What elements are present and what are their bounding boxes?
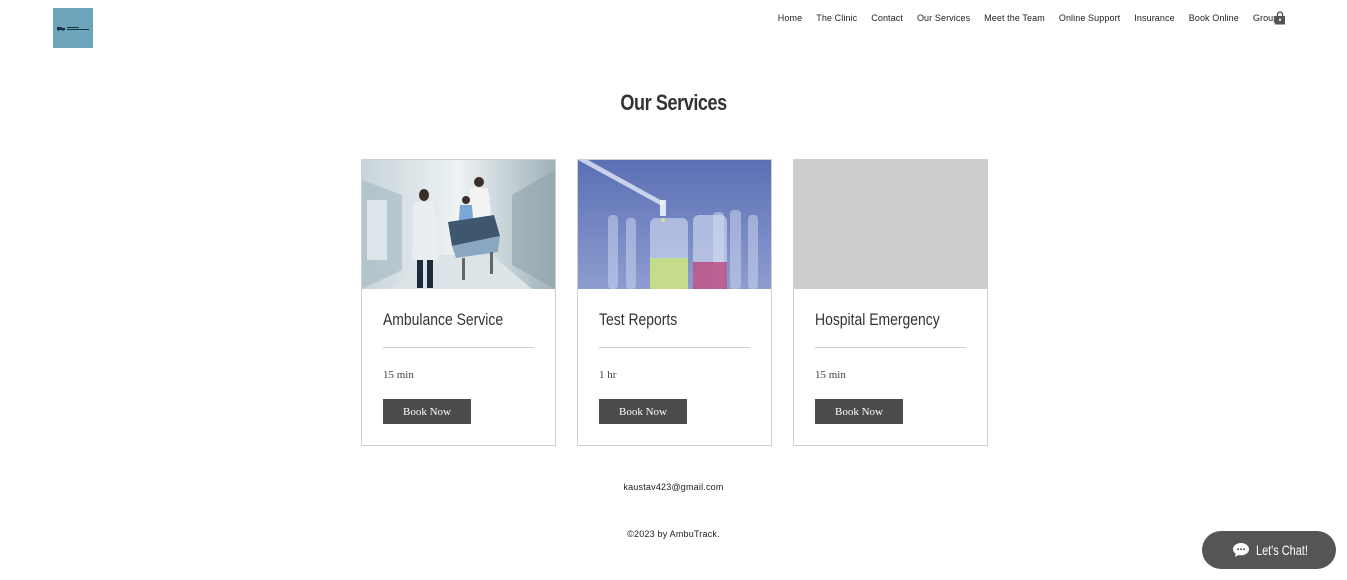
nav-our-services[interactable]: Our Services <box>917 13 970 23</box>
service-card-test-reports[interactable]: Test Reports 1 hr Book Now <box>577 159 772 446</box>
service-duration: 15 min <box>815 369 846 381</box>
hospital-corridor-photo <box>362 160 555 289</box>
nav-home[interactable]: Home <box>778 13 802 23</box>
divider <box>599 347 750 348</box>
shopping-bag-icon[interactable] <box>1274 11 1286 25</box>
divider <box>815 347 966 348</box>
service-name: Test Reports <box>599 310 678 329</box>
service-name: Ambulance Service <box>383 310 504 329</box>
chat-bubble-icon <box>1233 543 1249 557</box>
test-tubes-photo <box>578 160 771 289</box>
book-now-button[interactable]: Book Now <box>599 399 687 424</box>
chat-label: Let's Chat! <box>1256 542 1308 558</box>
nav-the-clinic[interactable]: The Clinic <box>816 13 857 23</box>
site-logo[interactable] <box>53 8 93 48</box>
page-title: Our Services <box>620 90 727 115</box>
nav-contact[interactable]: Contact <box>871 13 903 23</box>
logo-mark <box>57 26 89 31</box>
service-image-ambulance[interactable] <box>362 160 555 289</box>
nav-online-support[interactable]: Online Support <box>1059 13 1120 23</box>
footer-email-link[interactable]: kaustav423@gmail.com <box>0 482 1347 492</box>
nav-meet-the-team[interactable]: Meet the Team <box>984 13 1045 23</box>
nav-book-online[interactable]: Book Online <box>1189 13 1239 23</box>
main-nav: Home The Clinic Contact Our Services Mee… <box>778 12 1283 24</box>
divider <box>383 347 534 348</box>
nav-insurance[interactable]: Insurance <box>1134 13 1174 23</box>
book-now-button[interactable]: Book Now <box>383 399 471 424</box>
book-now-button[interactable]: Book Now <box>815 399 903 424</box>
service-image-placeholder[interactable] <box>794 160 987 289</box>
ambulance-icon <box>57 26 65 31</box>
page: Home The Clinic Contact Our Services Mee… <box>0 0 1347 580</box>
chat-button[interactable]: Let's Chat! <box>1202 531 1336 569</box>
service-card-hospital-emergency[interactable]: Hospital Emergency 15 min Book Now <box>793 159 988 446</box>
footer-copyright: ©2023 by AmbuTrack. <box>627 529 720 539</box>
service-duration: 1 hr <box>599 369 617 381</box>
service-name: Hospital Emergency <box>815 310 940 329</box>
service-image-test-reports[interactable] <box>578 160 771 289</box>
logo-wordmark <box>67 26 89 30</box>
service-duration: 15 min <box>383 369 414 381</box>
service-card-ambulance[interactable]: Ambulance Service 15 min Book Now <box>361 159 556 446</box>
